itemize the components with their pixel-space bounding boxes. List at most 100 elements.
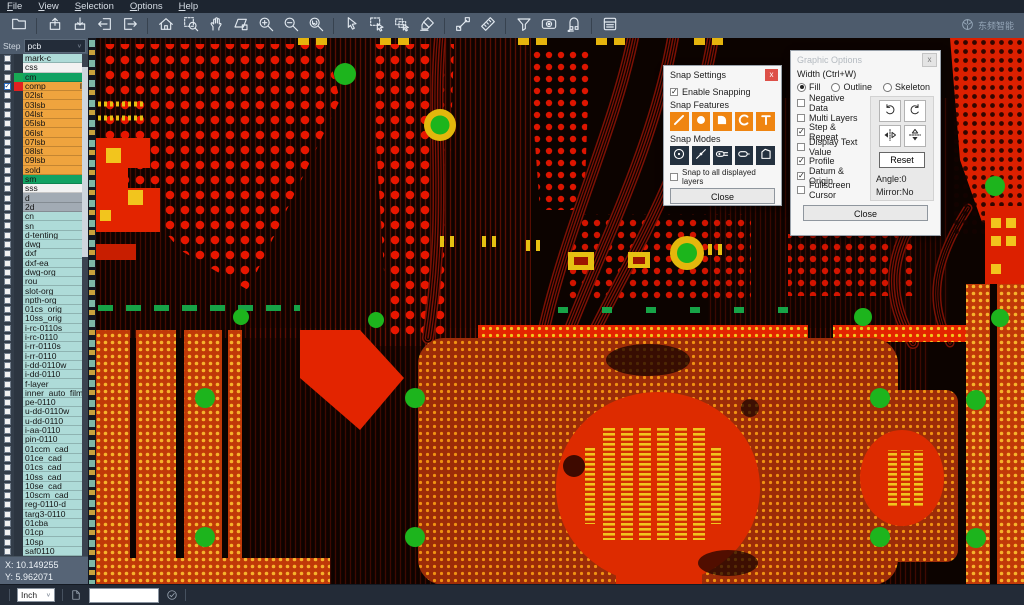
menu-view[interactable]: View	[38, 1, 58, 12]
snap-dialog-titlebar[interactable]: Snap Settings x	[664, 66, 781, 83]
mode-contour-button[interactable]	[756, 146, 775, 165]
layer-row-dxf[interactable]: dxf	[0, 249, 88, 258]
layer-row-mark-c[interactable]: mark-c	[0, 54, 88, 63]
measure-point-button[interactable]	[451, 15, 474, 36]
pan-button[interactable]	[204, 15, 227, 36]
layer-row-05lsb[interactable]: 05lsb	[0, 119, 88, 128]
layer-checkbox-cell[interactable]	[0, 528, 14, 537]
zoom-previous-button[interactable]	[304, 15, 327, 36]
layer-checkbox-cell[interactable]	[0, 361, 14, 370]
layer-row-10se_cad[interactable]: 10se_cad	[0, 482, 88, 491]
layer-row-2d[interactable]: 2d	[0, 203, 88, 212]
layer-checkbox-cell[interactable]: ✓	[0, 82, 14, 91]
menu-options[interactable]: Options	[130, 1, 163, 12]
layer-checkbox-cell[interactable]	[0, 110, 14, 119]
layer-checkbox-cell[interactable]	[0, 352, 14, 361]
unit-select[interactable]: Inch ∨	[17, 588, 55, 602]
layer-checkbox-cell[interactable]	[0, 379, 14, 388]
open-button[interactable]	[7, 15, 30, 36]
snap-button[interactable]	[562, 15, 585, 36]
zoom-out-button[interactable]	[279, 15, 302, 36]
layer-visibility-checkbox[interactable]	[4, 371, 11, 378]
layer-checkbox-cell[interactable]	[0, 193, 14, 202]
layer-row-css[interactable]: css	[0, 63, 88, 72]
layer-row-d-tenting[interactable]: d-tenting	[0, 231, 88, 240]
layer-checkbox-cell[interactable]	[0, 398, 14, 407]
checkbox-negative-data[interactable]: Negative Data	[797, 96, 866, 111]
zoom-window-button[interactable]	[229, 15, 252, 36]
layer-row-dxf-ea[interactable]: dxf-ea	[0, 259, 88, 268]
mode-key-button[interactable]	[713, 146, 732, 165]
enable-snapping-checkbox[interactable]: ✓ Enable Snapping	[670, 87, 775, 97]
layer-row-u-dd-0110w[interactable]: u-dd-0110w	[0, 407, 88, 416]
layer-visibility-checkbox[interactable]	[4, 520, 11, 527]
layer-visibility-checkbox[interactable]	[4, 222, 11, 229]
layer-visibility-checkbox[interactable]	[4, 213, 11, 220]
layer-visibility-checkbox[interactable]	[4, 548, 11, 555]
layer-checkbox-cell[interactable]	[0, 305, 14, 314]
layer-checkbox-cell[interactable]	[0, 138, 14, 147]
layer-visibility-checkbox[interactable]	[4, 427, 11, 434]
layer-row-npth-org[interactable]: npth-org	[0, 296, 88, 305]
layer-visibility-checkbox[interactable]	[4, 418, 11, 425]
layer-checkbox-cell[interactable]	[0, 426, 14, 435]
layer-visibility-checkbox[interactable]	[4, 334, 11, 341]
layer-visibility-checkbox[interactable]	[4, 55, 11, 62]
layer-row-rou[interactable]: rou	[0, 277, 88, 286]
radio-outline[interactable]: Outline	[831, 82, 872, 92]
layer-visibility-checkbox[interactable]	[4, 446, 11, 453]
layer-visibility-checkbox[interactable]	[4, 157, 11, 164]
layer-row-08lst[interactable]: 08lst	[0, 147, 88, 156]
layer-row-sold[interactable]: sold	[0, 166, 88, 175]
file-export-button[interactable]	[118, 15, 141, 36]
menu-file[interactable]: File	[7, 1, 22, 12]
snap-pad-button[interactable]	[692, 112, 711, 131]
layer-visibility-checkbox[interactable]	[4, 64, 11, 71]
layer-row-comp[interactable]: ✓comp▤	[0, 82, 88, 91]
layer-row-04lst[interactable]: 04lst	[0, 110, 88, 119]
layer-checkbox-cell[interactable]	[0, 221, 14, 230]
rotate-ccw-button[interactable]	[904, 100, 926, 122]
layer-row-i-rr-0110[interactable]: i-rr-0110	[0, 352, 88, 361]
filter-button[interactable]	[512, 15, 535, 36]
zoom-area-button[interactable]	[179, 15, 202, 36]
layer-row-pin-0110[interactable]: pin-0110	[0, 435, 88, 444]
layer-visibility-checkbox[interactable]	[4, 111, 11, 118]
layer-row-10ss_cad[interactable]: 10ss_cad	[0, 472, 88, 481]
layer-visibility-checkbox[interactable]	[4, 343, 11, 350]
layer-visibility-checkbox[interactable]	[4, 483, 11, 490]
layer-checkbox-cell[interactable]	[0, 324, 14, 333]
layer-row-i-rc-0110s[interactable]: i-rc-0110s	[0, 324, 88, 333]
layer-visibility-checkbox[interactable]	[4, 250, 11, 257]
layer-checkbox-cell[interactable]	[0, 54, 14, 63]
mirror-horizontal-button[interactable]	[879, 125, 901, 147]
layer-checkbox-cell[interactable]	[0, 259, 14, 268]
pcb-canvas[interactable]: Snap Settings x ✓ Enable Snapping Snap F…	[88, 38, 1024, 585]
layer-visibility-checkbox[interactable]	[4, 464, 11, 471]
layer-row-i-dd-0110w[interactable]: i-dd-0110w	[0, 361, 88, 370]
layer-checkbox-cell[interactable]	[0, 519, 14, 528]
graphic-close-button[interactable]: Close	[803, 205, 928, 221]
layer-checkbox-cell[interactable]	[0, 286, 14, 295]
layer-visibility-checkbox[interactable]	[4, 139, 11, 146]
layer-checkbox-cell[interactable]	[0, 249, 14, 258]
snap-all-layers-checkbox[interactable]: Snap to all displayed layers	[670, 168, 775, 186]
layer-checkbox-cell[interactable]	[0, 231, 14, 240]
layer-row-i-dd-0110[interactable]: i-dd-0110	[0, 370, 88, 379]
layer-row-dwg[interactable]: dwg	[0, 240, 88, 249]
layer-checkbox-cell[interactable]	[0, 268, 14, 277]
file-import-button[interactable]	[93, 15, 116, 36]
layer-checkbox-cell[interactable]	[0, 203, 14, 212]
apply-icon[interactable]	[166, 589, 178, 601]
layer-row-03lsb[interactable]: 03lsb	[0, 100, 88, 109]
layer-visibility-checkbox[interactable]	[4, 130, 11, 137]
layer-row-i-rc-0110[interactable]: i-rc-0110	[0, 333, 88, 342]
layer-checkbox-cell[interactable]	[0, 91, 14, 100]
mirror-vertical-button[interactable]	[904, 125, 926, 147]
snap-line-button[interactable]	[670, 112, 689, 131]
zoom-in-button[interactable]	[254, 15, 277, 36]
menu-help[interactable]: Help	[179, 1, 199, 12]
layer-checkbox-cell[interactable]	[0, 491, 14, 500]
step-select[interactable]: pcb ∨	[24, 39, 87, 53]
layer-visibility-checkbox[interactable]	[4, 492, 11, 499]
